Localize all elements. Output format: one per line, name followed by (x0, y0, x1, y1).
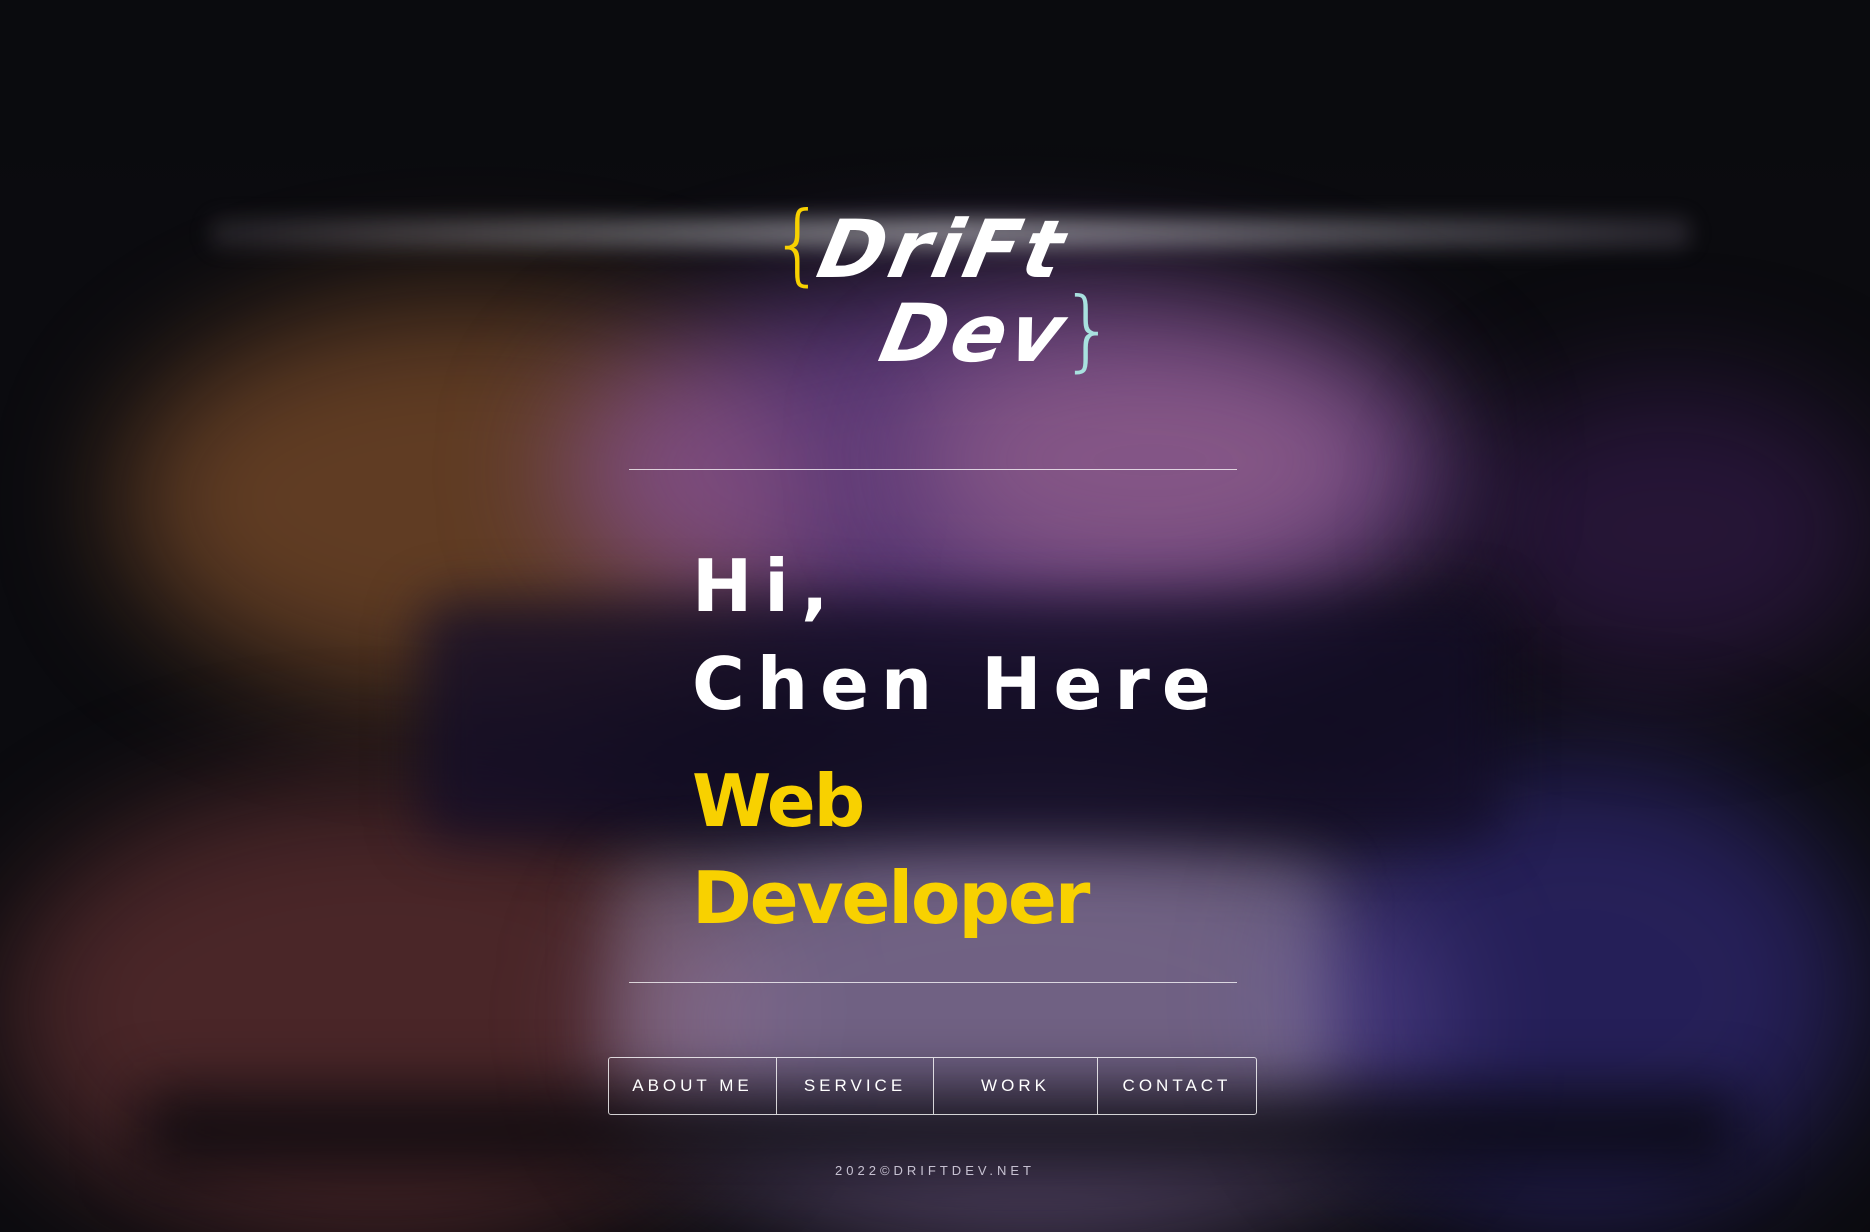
divider-bottom (629, 982, 1237, 983)
greeting-line-2: Chen Here (692, 642, 1223, 726)
footer-copyright: 2022©DRIFTDEV.NET (835, 1163, 1035, 1178)
logo-word-dev: Dev (872, 287, 1077, 380)
nav-service-button[interactable]: SERVICE (777, 1058, 934, 1114)
main-nav: ABOUT ME SERVICE WORK CONTACT (608, 1057, 1257, 1115)
divider-top (629, 469, 1237, 470)
nav-work-button[interactable]: WORK (934, 1058, 1098, 1114)
nav-about-me-button[interactable]: ABOUT ME (609, 1058, 777, 1114)
role-line-2: Developer (692, 856, 1090, 940)
logo[interactable]: { DriFt Dev } (770, 200, 1130, 390)
logo-word-drift: DriFt (810, 203, 1077, 296)
nav-contact-button[interactable]: CONTACT (1098, 1058, 1256, 1114)
role-line-1: Web (692, 759, 865, 843)
logo-brace-close: } (1060, 278, 1116, 381)
greeting-line-1: Hi, (692, 544, 841, 628)
